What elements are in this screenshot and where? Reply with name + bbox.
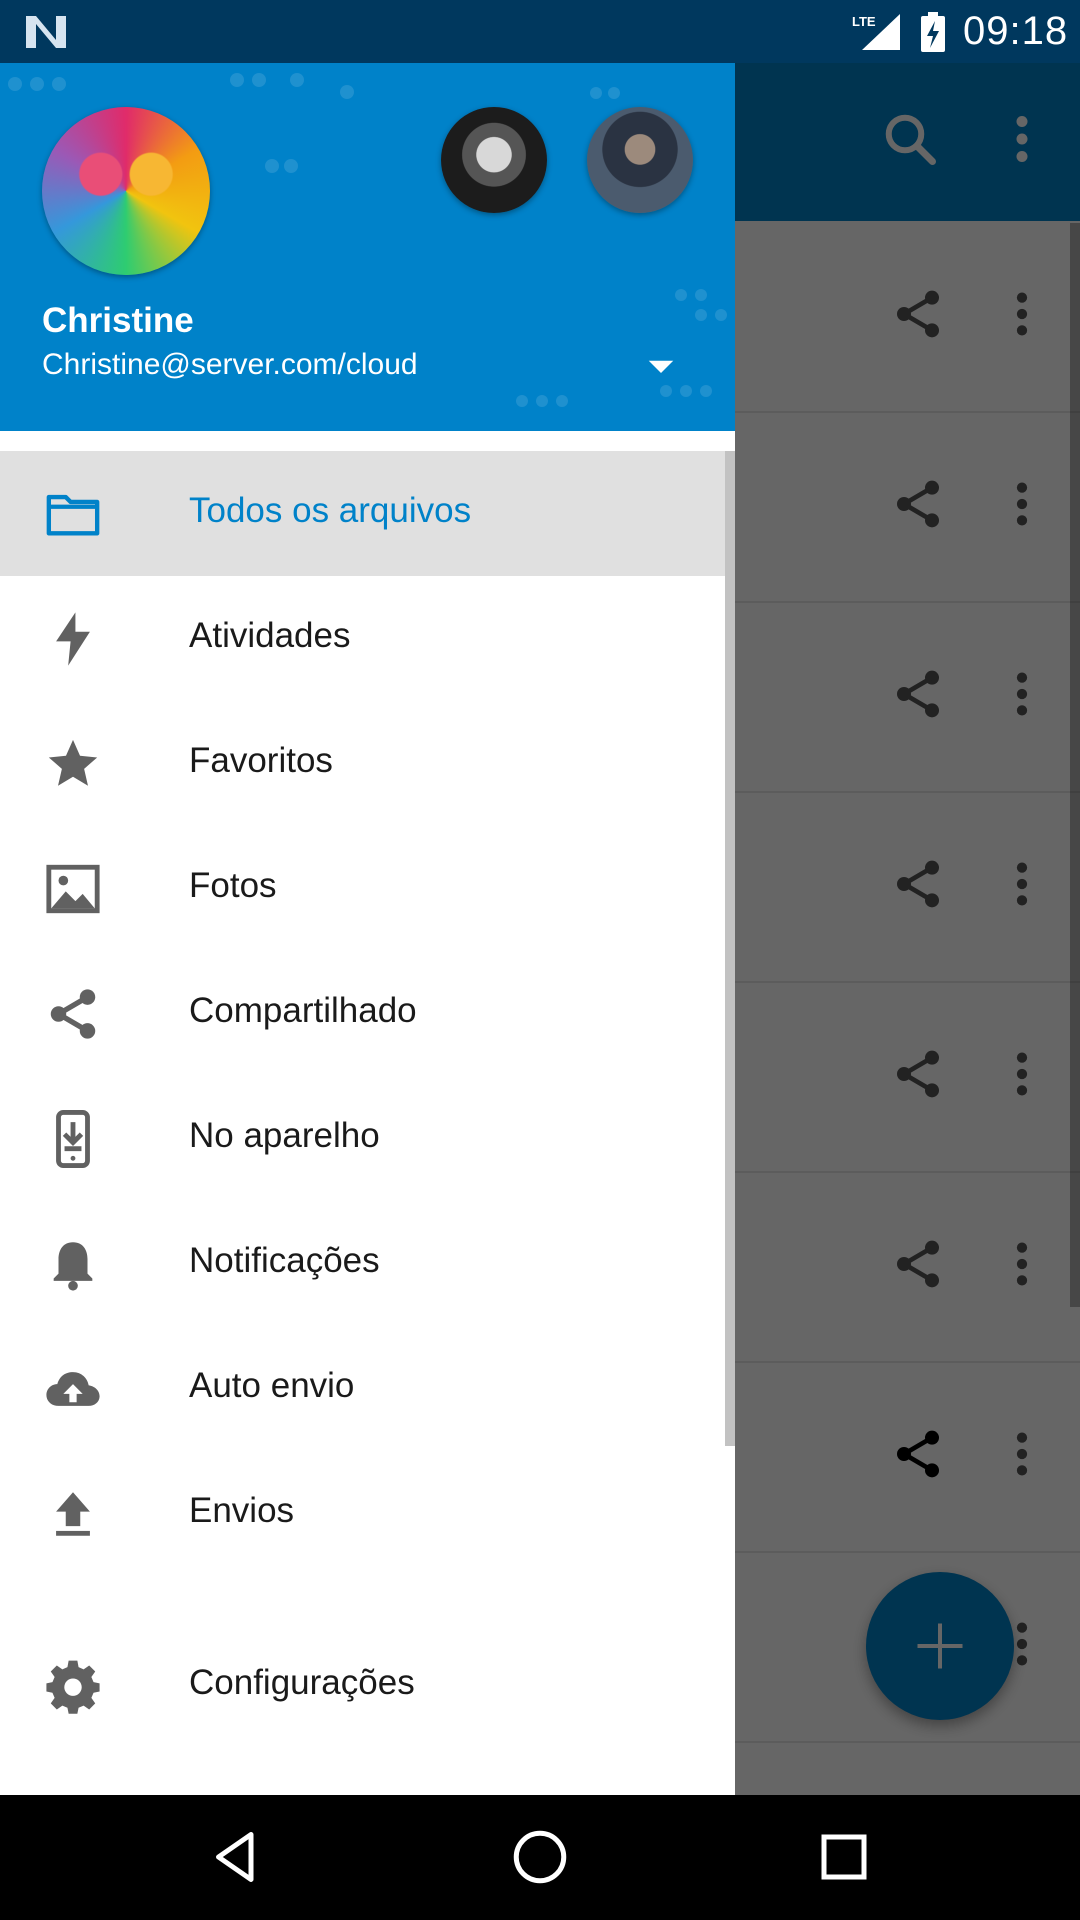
gear-icon <box>46 1660 100 1714</box>
menu-item-photos[interactable]: Fotos <box>0 826 735 951</box>
menu-item-label: Compartilhado <box>189 991 417 1030</box>
menu-item-all-files[interactable]: Todos os arquivos <box>0 451 735 576</box>
menu-item-label: Atividades <box>189 616 351 655</box>
menu-item-on-device[interactable]: No aparelho <box>0 1076 735 1201</box>
account-switcher-avatar[interactable] <box>441 107 547 213</box>
status-bar: LTE 09:18 <box>0 0 1080 63</box>
home-icon[interactable] <box>510 1827 570 1887</box>
drawer-scrollbar[interactable] <box>725 451 735 1446</box>
decorative-dot <box>715 309 727 321</box>
decorative-dot <box>536 395 548 407</box>
decorative-dot <box>556 395 568 407</box>
decorative-dot <box>695 289 707 301</box>
battery-charging-icon <box>921 12 945 52</box>
menu-item-notifications[interactable]: Notificações <box>0 1201 735 1326</box>
cloud-upload-icon <box>46 1372 100 1406</box>
menu-item-activities[interactable]: Atividades <box>0 576 735 701</box>
arrow-drop-down-icon[interactable] <box>640 345 682 387</box>
decorative-dot <box>52 77 66 91</box>
menu-item-label: Notificações <box>189 1241 380 1280</box>
menu-item-auto-upload[interactable]: Auto envio <box>0 1326 735 1451</box>
menu-item-label: Fotos <box>189 866 277 905</box>
menu-item-label: No aparelho <box>189 1116 380 1155</box>
decorative-dot <box>516 395 528 407</box>
svg-text:LTE: LTE <box>852 14 876 29</box>
lte-signal-icon: LTE <box>852 14 900 50</box>
decorative-dot <box>290 73 304 87</box>
menu-item-favorites[interactable]: Favoritos <box>0 701 735 826</box>
menu-item-shared[interactable]: Compartilhado <box>0 951 735 1076</box>
decorative-dot <box>695 309 707 321</box>
nougat-logo-icon <box>26 16 66 48</box>
decorative-dot <box>265 159 279 173</box>
decorative-dot <box>700 385 712 397</box>
decorative-dot <box>230 73 244 87</box>
menu-item-label: Favoritos <box>189 741 333 780</box>
drawer-header: Christine Christine@server.com/cloud <box>0 63 735 431</box>
decorative-dot <box>30 77 44 91</box>
menu-item-label: Envios <box>189 1491 295 1530</box>
image-icon <box>46 864 100 914</box>
current-account-avatar[interactable] <box>42 107 210 275</box>
phone-download-icon <box>56 1110 90 1168</box>
folder-icon <box>46 494 100 536</box>
account-switcher-avatar[interactable] <box>587 107 693 213</box>
menu-item-label: Configurações <box>189 1663 415 1702</box>
clock: 09:18 <box>963 9 1069 53</box>
menu-item-uploads[interactable]: Envios <box>0 1451 735 1576</box>
upload-icon <box>56 1492 90 1536</box>
recents-icon[interactable] <box>814 1827 874 1887</box>
account-name: Christine <box>42 301 194 340</box>
star-icon <box>48 739 98 786</box>
decorative-dot <box>252 73 266 87</box>
decorative-dot <box>590 87 602 99</box>
bell-icon <box>53 1242 93 1291</box>
decorative-dot <box>8 77 22 91</box>
navigation-drawer: Christine Christine@server.com/cloud Tod… <box>0 63 735 1795</box>
decorative-dot <box>284 159 298 173</box>
account-server: Christine@server.com/cloud <box>42 348 418 381</box>
decorative-dot <box>675 289 687 301</box>
share-icon <box>50 989 96 1039</box>
menu-item-label: Auto envio <box>189 1366 355 1405</box>
menu-item-label: Todos os arquivos <box>189 491 472 530</box>
menu-item-settings[interactable]: Configurações <box>0 1623 735 1748</box>
lightning-icon <box>56 612 90 666</box>
system-nav-bar <box>0 1795 1080 1920</box>
decorative-dot <box>608 87 620 99</box>
decorative-dot <box>340 85 354 99</box>
back-icon[interactable] <box>206 1827 266 1887</box>
